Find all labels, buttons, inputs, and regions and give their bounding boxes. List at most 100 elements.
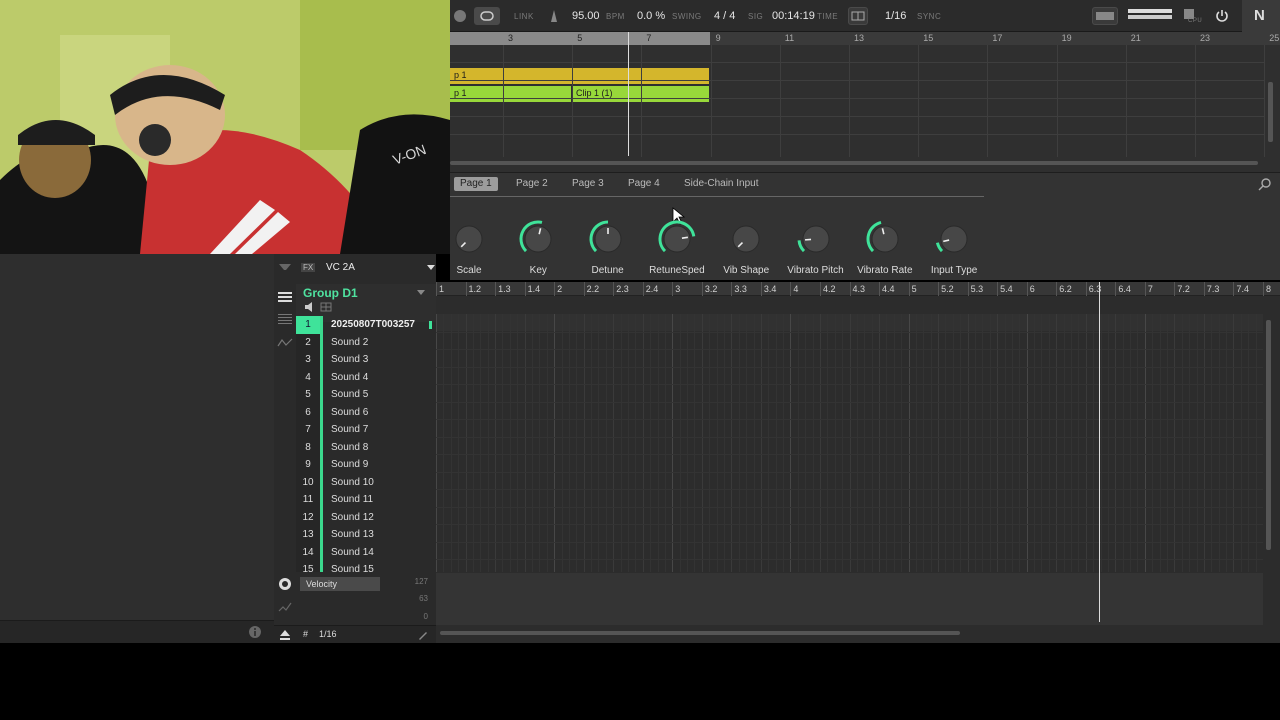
tab-page-3[interactable]: Page 3 xyxy=(566,177,610,191)
knob-retunesped[interactable]: RetuneSped xyxy=(642,219,712,276)
arranger-ruler-tick: 17 xyxy=(992,33,1003,43)
quantize-value[interactable]: 1/16 xyxy=(885,10,906,22)
pattern-horizontal-scrollbar[interactable] xyxy=(436,628,1263,638)
knob-dial[interactable] xyxy=(657,219,697,259)
tab-side-chain-input[interactable]: Side-Chain Input xyxy=(678,177,765,191)
tab-page-1[interactable]: Page 1 xyxy=(454,177,498,191)
knob-input-type[interactable]: Input Type xyxy=(919,219,989,276)
sound-slot-13[interactable]: 13 Sound 13 xyxy=(296,526,436,544)
knob-dial[interactable] xyxy=(588,219,628,259)
sound-slot-name: Sound 10 xyxy=(331,476,374,488)
metronome-icon[interactable] xyxy=(548,9,560,23)
maschine-window: V-ON LINK 95.00 BPM 0.0 % SWING 4 / 4 SI… xyxy=(0,0,1280,720)
knob-key[interactable]: Key xyxy=(503,219,573,276)
arranger-grid[interactable]: p 1 p 1 Clip 1 (1) xyxy=(450,45,1266,157)
tab-page-2[interactable]: Page 2 xyxy=(510,177,554,191)
info-icon[interactable] xyxy=(248,625,262,639)
arranger-ruler[interactable]: 3 5 7 9 11 13 15 17 19 21 23 25 xyxy=(450,32,1280,45)
sound-slot-4[interactable]: 4 Sound 4 xyxy=(296,368,436,386)
sound-slot-6[interactable]: 6 Sound 6 xyxy=(296,403,436,421)
knob-dial[interactable] xyxy=(934,219,974,259)
clip-scene-1[interactable]: p 1 xyxy=(450,68,709,84)
pattern-grid-line xyxy=(458,314,460,572)
record-dot-icon[interactable] xyxy=(454,10,466,22)
pattern-grid-line xyxy=(1019,314,1021,572)
velocity-label[interactable]: Velocity xyxy=(300,577,380,591)
knob-dial[interactable] xyxy=(865,219,905,259)
group-name[interactable]: Group D1 xyxy=(303,286,358,300)
pattern-playhead xyxy=(1099,282,1100,622)
pattern-vertical-scrollbar[interactable] xyxy=(1266,320,1271,550)
arranger-scroll-thumb[interactable] xyxy=(450,161,1258,165)
plugin-dropdown-icon[interactable] xyxy=(427,265,435,271)
filter-icon[interactable] xyxy=(278,262,292,274)
clip-sound-1[interactable]: p 1 xyxy=(450,86,571,102)
speaker-icon[interactable] xyxy=(304,302,316,312)
sound-slot-14[interactable]: 14 Sound 14 xyxy=(296,543,436,561)
pattern-row-line xyxy=(436,541,1263,543)
pattern-ruler-tick: 3.3 xyxy=(734,284,747,294)
arranger-ruler-tick: 19 xyxy=(1061,33,1072,43)
knob-dial[interactable] xyxy=(518,219,558,259)
pencil-icon[interactable] xyxy=(417,629,429,641)
signature-value[interactable]: 4 / 4 xyxy=(714,10,735,22)
knob-dial[interactable] xyxy=(449,219,489,259)
velocity-lane[interactable] xyxy=(436,573,1263,625)
pattern-ruler[interactable]: 1 1.2 1.3 1.4 2 2.2 2.3 2.4 3 3.2 3.3 3.4 4 4.2 4.3 4.4… xyxy=(436,282,1280,296)
pattern-scroll-thumb[interactable] xyxy=(440,631,960,635)
knob-dial[interactable] xyxy=(726,219,766,259)
sound-color-bar xyxy=(320,473,323,491)
pattern-ruler-tick: 6 xyxy=(1029,284,1035,294)
sound-slot-10[interactable]: 10 Sound 10 xyxy=(296,473,436,491)
knob-scale[interactable]: Scale xyxy=(434,219,504,276)
draw-mode-icon[interactable] xyxy=(278,599,292,613)
plugin-name[interactable]: VC 2A xyxy=(326,262,355,273)
sound-slot-7[interactable]: 7 Sound 7 xyxy=(296,421,436,439)
sound-slot-9[interactable]: 9 Sound 9 xyxy=(296,456,436,474)
tab-page-4[interactable]: Page 4 xyxy=(622,177,666,191)
list-icon[interactable] xyxy=(277,312,293,326)
group-dropdown-icon[interactable] xyxy=(417,290,425,296)
pattern-grid-line xyxy=(923,314,925,572)
pattern-grid-line xyxy=(960,314,962,572)
sound-slot-12[interactable]: 12 Sound 12 xyxy=(296,508,436,526)
fx-slot-row[interactable]: FX VC 2A xyxy=(296,258,436,278)
knob-vibrato-rate[interactable]: Vibrato Rate xyxy=(850,219,920,276)
pattern-ruler-line xyxy=(465,282,467,296)
sound-slot-11[interactable]: 11 Sound 11 xyxy=(296,491,436,509)
arranger-vertical-scrollbar[interactable] xyxy=(1268,82,1273,142)
sound-slot-name: 20250807T003257 xyxy=(331,319,415,330)
knob-vib-shape[interactable]: Vib Shape xyxy=(711,219,781,276)
search-icon[interactable] xyxy=(1258,177,1272,191)
knob-vibrato-pitch[interactable]: Vibrato Pitch xyxy=(781,219,851,276)
arranger-horizontal-scrollbar[interactable] xyxy=(450,160,1265,166)
sound-slot-2[interactable]: 2 Sound 2 xyxy=(296,333,436,351)
pattern-grid-line xyxy=(1196,314,1198,572)
sound-slot-3[interactable]: 3 Sound 3 xyxy=(296,351,436,369)
grid-hash-icon[interactable]: # xyxy=(303,629,308,639)
knob-dial[interactable] xyxy=(796,219,836,259)
swing-value[interactable]: 0.0 % xyxy=(637,10,665,22)
velocity-min: 0 xyxy=(423,612,428,621)
sound-slot-15[interactable]: 15 Sound 15 xyxy=(296,561,436,572)
bpm-value[interactable]: 95.00 xyxy=(572,10,600,22)
loop-toggle-button[interactable] xyxy=(474,7,500,25)
grid-resolution-value[interactable]: 1/16 xyxy=(319,629,337,639)
sound-slot-5[interactable]: 5 Sound 5 xyxy=(296,386,436,404)
follow-button[interactable] xyxy=(848,7,868,25)
menu-icon[interactable] xyxy=(277,290,293,304)
knob-detune[interactable]: Detune xyxy=(573,219,643,276)
eject-icon[interactable] xyxy=(279,629,291,641)
automation-icon[interactable] xyxy=(277,336,293,350)
keyboard-button[interactable] xyxy=(1092,7,1118,25)
grid-icon[interactable] xyxy=(320,302,332,312)
pattern-grid[interactable] xyxy=(436,314,1263,572)
link-button[interactable]: LINK xyxy=(514,12,534,21)
sound-slot-8[interactable]: 8 Sound 8 xyxy=(296,438,436,456)
pattern-grid-line xyxy=(856,314,858,572)
pattern-grid-line xyxy=(989,314,991,572)
pattern-grid-line xyxy=(1218,314,1220,572)
power-icon[interactable] xyxy=(1214,8,1230,24)
sound-slot-1[interactable]: 1 20250807T003257 xyxy=(296,316,436,334)
modulation-icon[interactable] xyxy=(278,577,292,591)
